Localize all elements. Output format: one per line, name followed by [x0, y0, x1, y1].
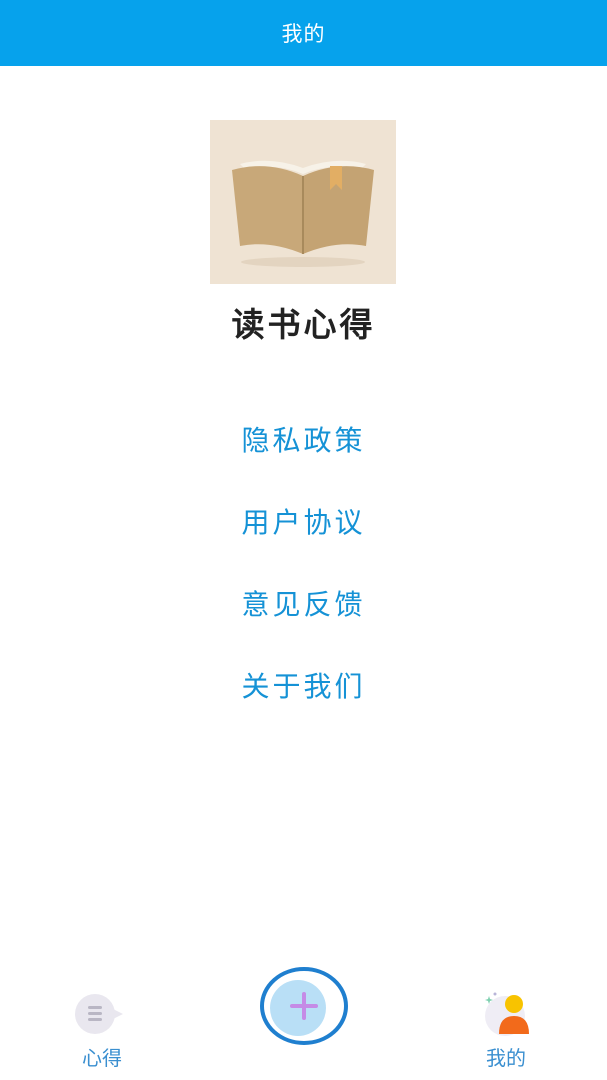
book-icon: [210, 120, 396, 284]
plus-icon: [260, 967, 348, 1045]
notes-icon: [75, 994, 123, 1034]
user-agreement-link[interactable]: 用户协议: [204, 498, 404, 580]
tab-notes[interactable]: 心得: [62, 990, 142, 1071]
header-bar: 我的: [0, 0, 607, 66]
bottom-tab-bar: 心得 我的: [0, 960, 607, 1080]
privacy-policy-link[interactable]: 隐私政策: [204, 416, 404, 498]
tab-mine-label: 我的: [486, 1046, 526, 1070]
page-title: 我的: [281, 22, 326, 46]
add-note-button[interactable]: [258, 964, 350, 1048]
feedback-link[interactable]: 意见反馈: [204, 580, 404, 662]
user-icon: [485, 992, 529, 1036]
settings-menu: 隐私政策 用户协议 意见反馈 关于我们: [0, 416, 607, 744]
app-logo: [210, 120, 396, 284]
tab-mine[interactable]: 我的: [466, 990, 546, 1071]
about-us-link[interactable]: 关于我们: [204, 662, 404, 744]
tab-notes-label: 心得: [82, 1046, 122, 1070]
profile-screen: 我的 读书心得 隐私政策 用户协议 意见反馈 关于我们 心得 我的: [0, 0, 607, 1080]
app-name: 读书心得: [231, 305, 376, 344]
